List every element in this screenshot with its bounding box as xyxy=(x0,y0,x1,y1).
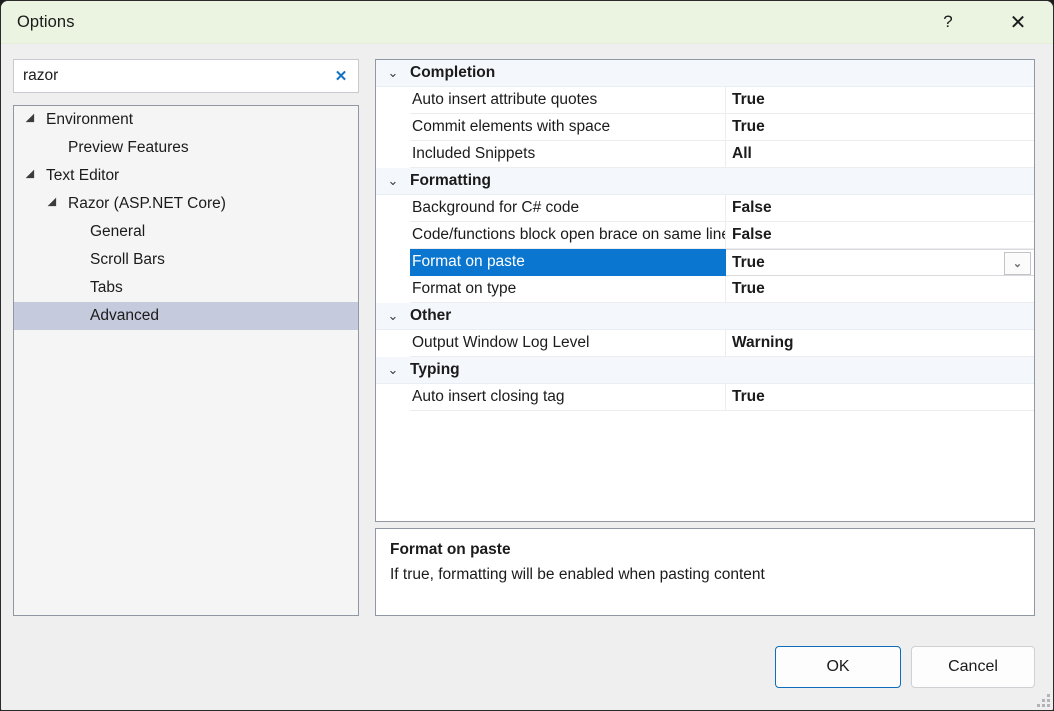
search-box[interactable]: ✕ xyxy=(13,59,359,93)
ok-button[interactable]: OK xyxy=(775,646,901,688)
property-row-auto-insert-attribute-quotes[interactable]: Auto insert attribute quotes True xyxy=(376,87,1034,114)
property-value-text: True xyxy=(732,118,765,135)
property-value[interactable]: True xyxy=(726,114,1034,141)
property-value[interactable]: Warning xyxy=(726,330,1034,357)
group-header-label: Other xyxy=(410,307,452,324)
tree-item-tabs[interactable]: Tabs xyxy=(14,274,358,302)
group-header-label: Typing xyxy=(410,361,460,378)
group-header-label: Formatting xyxy=(410,172,491,189)
tree-item-label: Preview Features xyxy=(68,139,189,156)
property-value-text: True xyxy=(732,253,765,271)
search-input[interactable] xyxy=(14,60,324,92)
window-title: Options xyxy=(17,13,75,31)
expander-triangle-icon[interactable] xyxy=(25,162,39,190)
property-value-text: All xyxy=(732,145,752,162)
property-value-text: True xyxy=(732,280,765,297)
property-value-text: True xyxy=(732,388,765,405)
clear-search-icon[interactable]: ✕ xyxy=(326,62,356,90)
tree-item-razor-asp-net-core[interactable]: Razor (ASP.NET Core) xyxy=(14,190,358,218)
tree-item-preview-features[interactable]: Preview Features xyxy=(14,134,358,162)
property-name[interactable]: Auto insert closing tag xyxy=(410,384,726,411)
tree-item-general[interactable]: General xyxy=(14,218,358,246)
expander-triangle-icon[interactable] xyxy=(47,190,61,218)
group-header-label: Completion xyxy=(410,64,496,81)
property-value[interactable]: True xyxy=(726,276,1034,303)
cancel-button[interactable]: Cancel xyxy=(911,646,1035,688)
options-tree[interactable]: Environment Preview Features Text Editor Ra… xyxy=(13,105,359,616)
property-value[interactable]: True ⌄ xyxy=(726,249,1034,276)
property-value[interactable]: True xyxy=(726,384,1034,411)
property-name[interactable]: Auto insert attribute quotes xyxy=(410,87,726,114)
options-dialog: Options ? ✕ ✕ Environment Preview Feature… xyxy=(0,0,1054,711)
title-bar: Options ? ✕ xyxy=(1,1,1053,44)
property-name[interactable]: Output Window Log Level xyxy=(410,330,726,357)
property-name[interactable]: Code/functions block open brace on same … xyxy=(410,222,726,249)
chevron-down-icon[interactable]: ⌄ xyxy=(376,357,410,383)
property-name[interactable]: Format on paste xyxy=(410,249,726,276)
description-panel: Format on paste If true, formatting will… xyxy=(375,528,1035,616)
tree-item-label: General xyxy=(90,223,146,240)
property-value-text: False xyxy=(732,226,772,243)
property-grid[interactable]: ⌄ Completion Auto insert attribute quotes T… xyxy=(375,59,1035,522)
property-row-included-snippets[interactable]: Included Snippets All xyxy=(376,141,1034,168)
property-value-text: False xyxy=(732,199,772,216)
property-name[interactable]: Included Snippets xyxy=(410,141,726,168)
property-value[interactable]: False xyxy=(726,195,1034,222)
group-header-formatting[interactable]: ⌄ Formatting xyxy=(376,168,1034,195)
property-row-code-functions-block-open-brace-on-same-line[interactable]: Code/functions block open brace on same … xyxy=(376,222,1034,249)
resize-grip[interactable] xyxy=(1037,694,1050,707)
value-dropdown-chevron-down-icon[interactable]: ⌄ xyxy=(1004,252,1031,275)
tree-item-label: Scroll Bars xyxy=(90,251,165,268)
tree-item-scroll-bars[interactable]: Scroll Bars xyxy=(14,246,358,274)
property-name[interactable]: Format on type xyxy=(410,276,726,303)
property-row-format-on-type[interactable]: Format on type True xyxy=(376,276,1034,303)
property-name[interactable]: Commit elements with space xyxy=(410,114,726,141)
close-icon[interactable]: ✕ xyxy=(995,1,1041,43)
group-header-other[interactable]: ⌄ Other xyxy=(376,303,1034,330)
property-row-background-for-c-code[interactable]: Background for C# code False xyxy=(376,195,1034,222)
property-value-text: True xyxy=(732,91,765,108)
group-header-completion[interactable]: ⌄ Completion xyxy=(376,60,1034,87)
property-row-auto-insert-closing-tag[interactable]: Auto insert closing tag True xyxy=(376,384,1034,411)
property-row-output-window-log-level[interactable]: Output Window Log Level Warning xyxy=(376,330,1034,357)
tree-item-label: Environment xyxy=(46,111,134,128)
group-header-typing[interactable]: ⌄ Typing xyxy=(376,357,1034,384)
description-text: If true, formatting will be enabled when… xyxy=(390,566,765,583)
tree-item-label: Tabs xyxy=(90,279,123,296)
tree-item-environment[interactable]: Environment xyxy=(14,106,358,134)
chevron-down-icon[interactable]: ⌄ xyxy=(376,60,410,86)
expander-triangle-icon[interactable] xyxy=(25,106,39,134)
property-value[interactable]: All xyxy=(726,141,1034,168)
help-icon[interactable]: ? xyxy=(925,1,971,43)
property-row-commit-elements-with-space[interactable]: Commit elements with space True xyxy=(376,114,1034,141)
property-value[interactable]: False xyxy=(726,222,1034,249)
tree-item-text-editor[interactable]: Text Editor xyxy=(14,162,358,190)
tree-item-advanced[interactable]: Advanced xyxy=(14,302,358,330)
property-value[interactable]: True xyxy=(726,87,1034,114)
tree-item-label: Advanced xyxy=(90,307,159,324)
tree-item-label: Razor (ASP.NET Core) xyxy=(68,195,226,212)
chevron-down-icon[interactable]: ⌄ xyxy=(376,303,410,329)
property-value-text: Warning xyxy=(732,334,794,351)
description-title: Format on paste xyxy=(390,541,511,558)
tree-item-label: Text Editor xyxy=(46,167,120,184)
property-name[interactable]: Background for C# code xyxy=(410,195,726,222)
chevron-down-icon[interactable]: ⌄ xyxy=(376,168,410,194)
property-row-format-on-paste[interactable]: Format on paste True ⌄ xyxy=(376,249,1034,276)
